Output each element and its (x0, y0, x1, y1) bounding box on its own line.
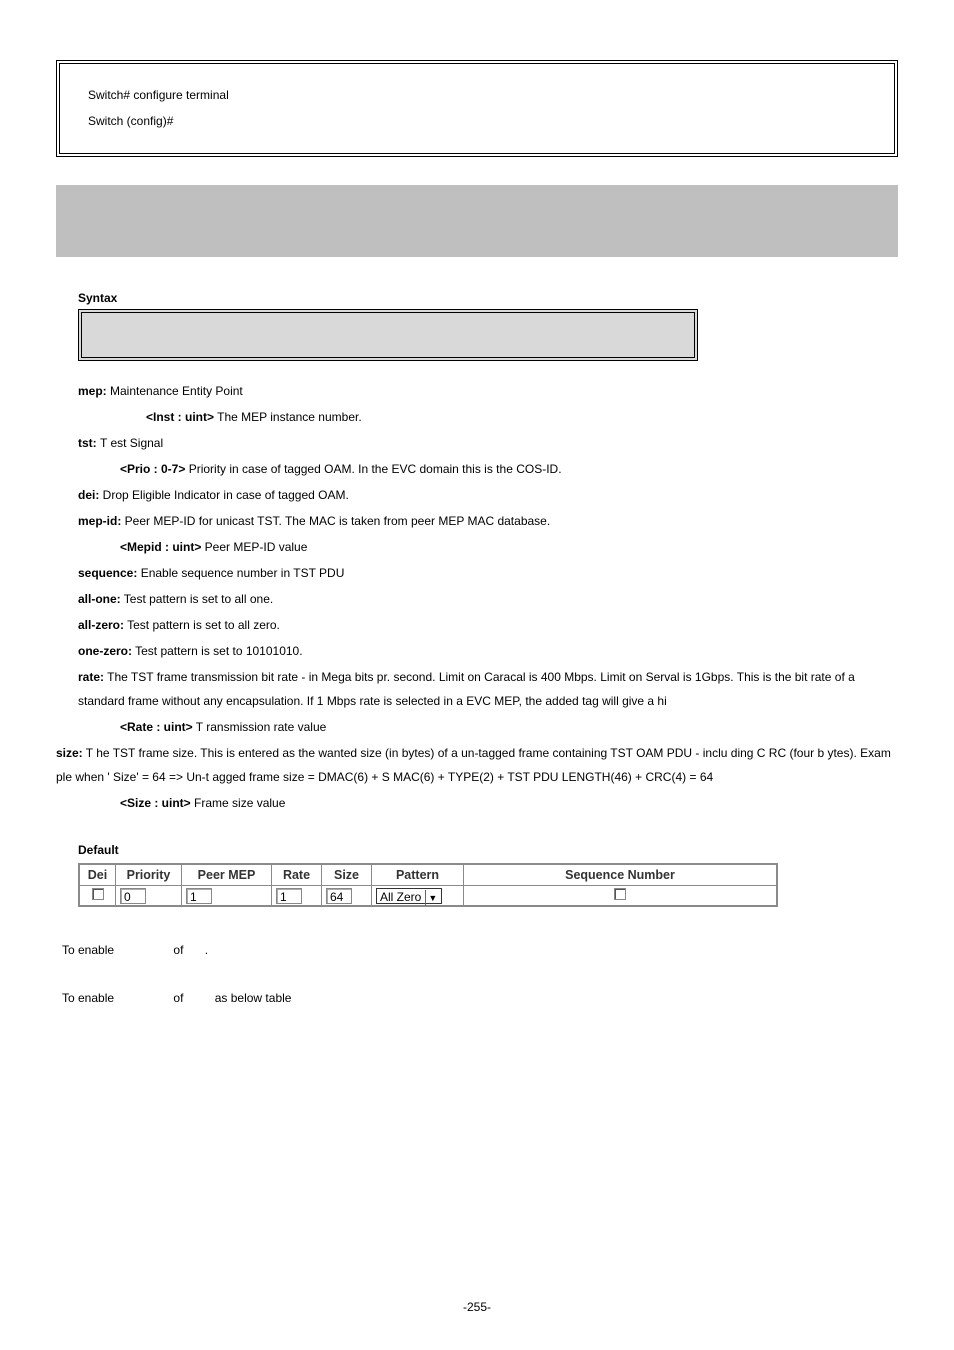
code-line: Switch (config)# (88, 108, 866, 134)
parameter-list: mep: Maintenance Entity Point <Inst : ui… (56, 379, 898, 815)
pattern-select: All Zero ▼ (376, 888, 442, 904)
th-dei: Dei (80, 864, 116, 886)
section-header-bar (56, 185, 898, 257)
param-desc: Peer MEP-ID for unicast TST. The MAC is … (121, 514, 550, 528)
table-row: 0 1 1 64 All Zero ▼ (80, 886, 777, 905)
chevron-down-icon: ▼ (425, 890, 439, 906)
default-table-image: Dei Priority Peer MEP Rate Size Pattern … (78, 863, 778, 907)
th-rate: Rate (272, 864, 322, 886)
param-label: tst: (78, 436, 100, 450)
usage-text: To enable (62, 991, 117, 1005)
seq-checkbox (614, 888, 626, 900)
mode-text: of (173, 943, 186, 957)
param-desc: Enable sequence number in TST PDU (137, 566, 344, 580)
th-priority: Priority (116, 864, 182, 886)
pattern-value: All Zero (380, 890, 421, 904)
param-label: <Prio : 0-7> (120, 462, 185, 476)
param-label: <Size : uint> (120, 796, 191, 810)
param-label: mep: (78, 384, 107, 398)
th-peer-mep: Peer MEP (182, 864, 272, 886)
param-label: rate: (78, 670, 104, 684)
th-pattern: Pattern (372, 864, 464, 886)
peer-mep-input: 1 (186, 888, 212, 904)
table-header-row: Dei Priority Peer MEP Rate Size Pattern … (80, 864, 777, 886)
param-desc: Test pattern is set to all one. (121, 592, 274, 606)
param-desc: Priority in case of tagged OAM. In the E… (185, 462, 561, 476)
param-desc: T est Signal (100, 436, 163, 450)
param-label: <Rate : uint> (120, 720, 193, 734)
mode-text: To enable (62, 943, 117, 957)
param-desc: Peer MEP-ID value (201, 540, 307, 554)
param-desc: T ransmission rate value (193, 720, 327, 734)
syntax-box (78, 309, 698, 361)
param-desc: Test pattern is set to 10101010. (132, 644, 303, 658)
param-label: <Mepid : uint> (120, 540, 201, 554)
code-line: Switch# configure terminal (88, 82, 866, 108)
param-label: mep-id: (78, 514, 121, 528)
param-desc: Drop Eligible Indicator in case of tagge… (99, 488, 348, 502)
param-label: sequence: (78, 566, 137, 580)
default-heading: Default (78, 843, 898, 857)
size-input: 64 (326, 888, 352, 904)
th-size: Size (322, 864, 372, 886)
usage-text: as below table (215, 991, 292, 1005)
mode-text: . (205, 943, 208, 957)
dei-checkbox (92, 888, 104, 900)
param-desc: Test pattern is set to all zero. (124, 618, 280, 632)
syntax-heading: Syntax (78, 291, 898, 305)
usage-text: of (173, 991, 186, 1005)
param-desc: The TST frame transmission bit rate - in… (78, 670, 855, 708)
param-label: all-zero: (78, 618, 124, 632)
param-desc: T he TST frame size. This is entered as … (56, 746, 891, 784)
priority-input: 0 (120, 888, 146, 904)
param-label: size: (56, 746, 83, 760)
param-label: one-zero: (78, 644, 132, 658)
param-label: dei: (78, 488, 99, 502)
param-desc: Maintenance Entity Point (107, 384, 243, 398)
param-label: <Inst : uint> (146, 410, 214, 424)
code-box: Switch# configure terminal Switch (confi… (56, 60, 898, 157)
param-desc: Frame size value (191, 796, 286, 810)
page-number: -255- (0, 1300, 954, 1314)
rate-input: 1 (276, 888, 302, 904)
param-desc: The MEP instance number. (214, 410, 362, 424)
th-seq-num: Sequence Number (464, 864, 777, 886)
param-label: all-one: (78, 592, 121, 606)
